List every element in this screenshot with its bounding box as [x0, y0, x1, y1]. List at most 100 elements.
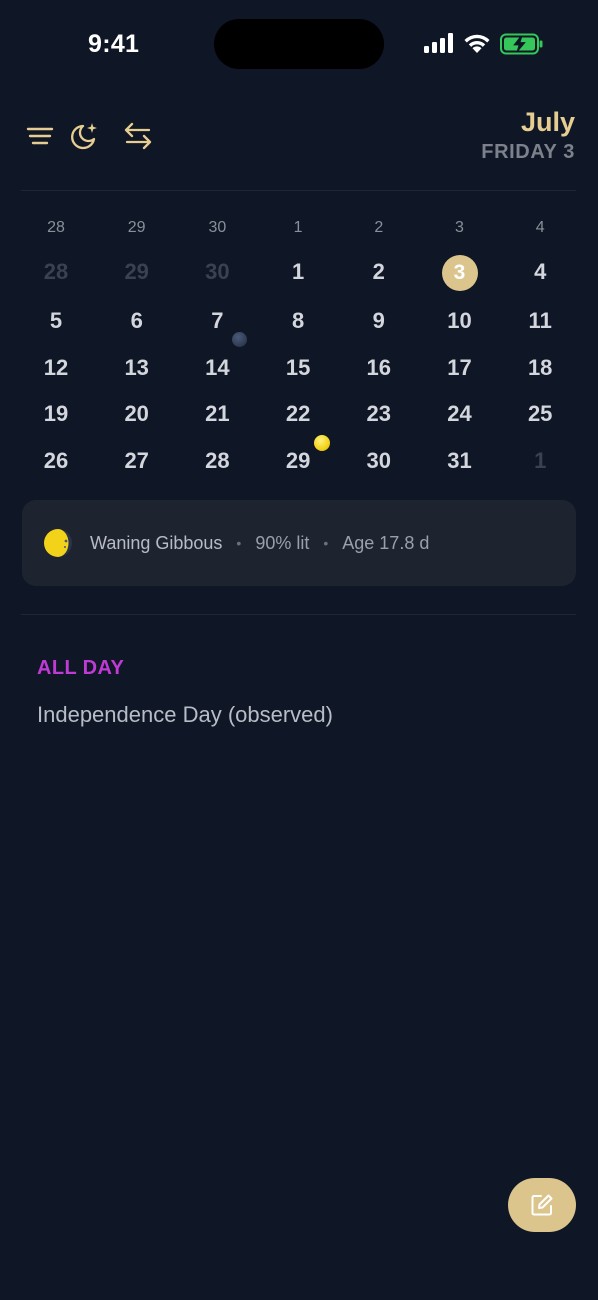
weekday-label: 29 [127, 219, 146, 236]
day-number: 29 [124, 259, 149, 284]
day-number: 1 [534, 448, 547, 473]
calendar-day[interactable]: 29 [258, 435, 338, 481]
full-moon-icon [314, 435, 331, 451]
moon-age: Age 17.8 d [342, 532, 430, 553]
day-number: 2 [372, 259, 385, 284]
calendar-day[interactable]: 10 [420, 301, 500, 341]
day-number: 13 [124, 355, 149, 380]
calendar-day[interactable]: 1 [500, 441, 580, 481]
calendar-day[interactable]: 30 [177, 252, 257, 292]
calendar-day[interactable]: 23 [339, 394, 419, 434]
section-divider [21, 614, 576, 615]
calendar-day[interactable]: 8 [258, 301, 338, 341]
day-number: 1 [291, 259, 305, 284]
day-number: 11 [528, 308, 552, 333]
status-bar: 9:41 [0, 0, 598, 90]
calendar-day[interactable]: 31 [420, 441, 500, 481]
calendar-day[interactable]: 4 [500, 252, 580, 292]
wifi-icon [464, 34, 490, 53]
calendar-day[interactable]: 27 [97, 441, 177, 481]
day-number: 20 [124, 401, 149, 426]
day-number: 28 [43, 259, 69, 284]
calendar-day[interactable]: 20 [97, 394, 177, 434]
day-number: 14 [205, 355, 230, 380]
calendar-day[interactable]: 30 [339, 441, 419, 481]
day-number: 3 [441, 255, 478, 291]
menu-icon[interactable] [24, 116, 56, 156]
separator-dot: • [323, 535, 329, 551]
calendar-day[interactable]: 29 [97, 252, 177, 292]
day-number: 21 [205, 401, 230, 426]
day-number: 28 [205, 448, 230, 473]
weekday-label: 30 [208, 219, 227, 236]
weekday-label: 3 [455, 219, 464, 236]
day-number: 8 [291, 308, 305, 333]
status-time: 9:41 [88, 30, 140, 58]
moon-illumination: 90% lit [255, 532, 310, 553]
event-item[interactable]: Independence Day (observed) [37, 702, 333, 728]
weekday-label: 1 [293, 219, 303, 236]
moon-phase-card[interactable]: Waning Gibbous • 90% lit • Age 17.8 d [22, 500, 576, 586]
selected-day-label: FRIDAY 3 [481, 141, 575, 163]
edit-icon [531, 1194, 553, 1216]
calendar-day[interactable]: 14 [177, 332, 257, 388]
calendar-day[interactable]: 21 [177, 394, 257, 434]
dynamic-island [214, 19, 384, 69]
calendar-day[interactable]: 18 [500, 348, 580, 388]
calendar-day[interactable]: 22 [258, 394, 338, 434]
day-number: 26 [43, 448, 69, 473]
calendar-day[interactable]: 24 [420, 394, 500, 434]
month-title[interactable]: July [521, 107, 575, 138]
calendar-day[interactable]: 6 [97, 301, 177, 341]
day-number: 6 [130, 308, 143, 333]
separator-dot: • [236, 535, 242, 551]
day-number: 10 [447, 308, 472, 333]
calendar-day[interactable]: 28 [177, 441, 257, 481]
calendar-day[interactable]: 15 [258, 348, 338, 388]
calendar-day[interactable]: 25 [500, 394, 580, 434]
day-number: 29 [285, 448, 311, 473]
day-number: 27 [124, 448, 149, 473]
battery-charging-icon [500, 33, 543, 55]
day-number: 30 [205, 259, 230, 284]
day-number: 31 [447, 448, 472, 473]
day-number: 7 [211, 308, 224, 333]
day-number: 16 [366, 355, 392, 380]
calendar-day[interactable]: 26 [16, 441, 96, 481]
weekday-label: 2 [374, 219, 384, 236]
day-number: 25 [527, 401, 553, 426]
moon-phase-name: Waning Gibbous [90, 532, 223, 553]
night-mode-icon[interactable] [68, 116, 100, 156]
day-number: 9 [372, 308, 385, 333]
calendar-day[interactable]: 13 [97, 348, 177, 388]
calendar-day[interactable]: 17 [420, 348, 500, 388]
calendar-day[interactable]: 16 [339, 348, 419, 388]
swap-arrows-icon[interactable] [122, 116, 154, 156]
calendar-day[interactable]: 12 [16, 348, 96, 388]
calendar-day-selected[interactable]: 3 [420, 252, 500, 292]
calendar-day[interactable]: 1 [258, 252, 338, 292]
day-number: 22 [285, 401, 311, 426]
day-number: 23 [366, 401, 392, 426]
weekday-label: 4 [535, 219, 545, 236]
day-number: 17 [447, 355, 472, 380]
new-event-button[interactable] [508, 1178, 576, 1232]
calendar-day[interactable]: 2 [339, 252, 419, 292]
day-number: 18 [527, 355, 553, 380]
day-number: 12 [43, 355, 69, 380]
day-number: 5 [49, 308, 63, 333]
calendar-day[interactable]: 19 [16, 394, 96, 434]
cellular-signal-icon [424, 33, 453, 53]
calendar-day[interactable]: 9 [339, 301, 419, 341]
all-day-section-label: ALL DAY [37, 657, 125, 679]
calendar-day[interactable]: 5 [16, 301, 96, 341]
day-number: 4 [534, 259, 547, 284]
waning-gibbous-moon-icon [44, 529, 72, 557]
day-number: 30 [366, 448, 392, 473]
calendar-day[interactable]: 11 [500, 301, 580, 341]
calendar-day[interactable]: 28 [16, 252, 96, 292]
day-number: 24 [447, 401, 472, 426]
header-divider [21, 190, 576, 191]
day-number: 19 [43, 401, 69, 426]
weekday-label: 28 [47, 219, 65, 236]
